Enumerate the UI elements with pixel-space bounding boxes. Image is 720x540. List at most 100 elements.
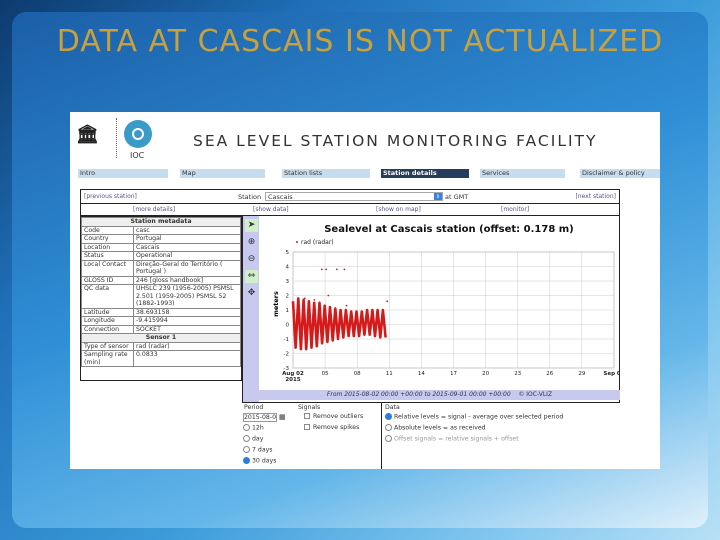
radio[interactable] [243, 424, 250, 431]
data-option-label: Offset signals = relative signals + offs… [394, 435, 519, 443]
radio[interactable] [243, 457, 250, 464]
radio[interactable] [243, 446, 250, 453]
metadata-key: Longitude [81, 316, 134, 326]
chart-controls: Period Signals Data 2015-08-0 ▦ 12h day … [242, 402, 620, 469]
station-label: Station [238, 193, 262, 201]
sensor-value: 0.0833 [133, 350, 241, 367]
y-tick-label: -2 [284, 352, 289, 358]
pointer-icon[interactable]: ➤ [245, 219, 258, 232]
sensor-header: Sensor 1 [81, 333, 241, 343]
radio[interactable] [385, 424, 392, 431]
remove-outliers-checkbox[interactable]: Remove outliers [304, 413, 363, 420]
monitor-link[interactable]: [monitor] [501, 206, 529, 213]
period-label: 12h [252, 424, 264, 432]
outlier-point [386, 300, 389, 303]
data-relative-levels[interactable]: Relative levels = signal - average over … [385, 413, 563, 421]
chart-footer: From 2015-08-02 00:00 +00:00 to 2015-09-… [259, 390, 620, 400]
x-tick-label: 29 [578, 371, 585, 377]
sensor-row: Sampling rate (min) 0.0833 [81, 350, 241, 367]
station-select-value: Cascais [268, 193, 293, 201]
nav-services[interactable]: Services [480, 169, 565, 178]
ioc-logo [124, 120, 152, 148]
metadata-row: Local Contact Direção-Geral do Território… [81, 259, 241, 277]
logo-divider [116, 118, 117, 158]
more-details-link[interactable]: [more details] [133, 206, 175, 213]
period-7-days[interactable]: 7 days [243, 446, 273, 454]
remove-spikes-checkbox[interactable]: Remove spikes [304, 424, 359, 431]
period-30-days[interactable]: 30 days [243, 457, 276, 465]
metadata-row: GLOSS ID 246 [gloss handbook] [81, 275, 241, 285]
checkbox[interactable] [304, 413, 310, 419]
y-tick-label: 1 [286, 308, 290, 314]
nav-disclaimer[interactable]: Disclaimer & policy [580, 169, 660, 178]
checkbox-label: Remove outliers [313, 413, 364, 420]
y-tick-label: 0 [286, 323, 290, 329]
timezone-label: at GMT [445, 193, 469, 201]
outlier-point [343, 268, 346, 271]
metadata-key: Local Contact [81, 259, 134, 277]
outlier-point [320, 268, 323, 271]
website-screenshot: 🏛 IOC SEA LEVEL STATION MONITORING FACIL… [70, 112, 660, 469]
pan-all-icon[interactable]: ✥ [245, 287, 258, 300]
calendar-icon[interactable]: ▦ [279, 413, 286, 421]
show-on-map-link[interactable]: [show on map] [376, 206, 421, 213]
metadata-value: Operational [133, 251, 241, 261]
checkbox-label: Remove spikes [313, 424, 360, 431]
radio[interactable] [385, 435, 392, 442]
data-header: Data [385, 404, 400, 411]
period-label: 30 days [252, 457, 277, 465]
sea-level-chart[interactable]: Sealevel at Cascais station (offset: 0.1… [259, 216, 625, 390]
nav-intro[interactable]: Intro [78, 169, 168, 178]
data-absolute-levels[interactable]: Absolute levels = as received [385, 424, 486, 432]
y-tick-label: 2 [286, 294, 290, 300]
station-select[interactable]: Cascais ⇕ [265, 192, 443, 201]
next-station-link[interactable]: [next station] [575, 193, 616, 200]
station-bar: [previous station] Station Cascais ⇕ at … [80, 189, 620, 204]
period-day[interactable]: day [243, 435, 263, 443]
zoom-in-icon[interactable]: ⊕ [245, 236, 258, 249]
outlier-point [313, 298, 316, 301]
sensor-key: Sampling rate (min) [81, 350, 134, 367]
outlier-point [303, 297, 306, 300]
nav-map[interactable]: Map [180, 169, 265, 178]
start-date-input[interactable]: 2015-08-0 [243, 413, 277, 422]
ioc-logo-text: IOC [130, 151, 145, 160]
period-12h[interactable]: 12h [243, 424, 264, 432]
outlier-point [325, 268, 328, 271]
station-metadata: Station metadata Code casc Country Portugal L… [80, 216, 242, 381]
radio[interactable] [385, 413, 392, 420]
outlier-point [327, 294, 330, 297]
sensor-value: rad (radar) [133, 341, 241, 351]
previous-station-link[interactable]: [previous station] [84, 193, 137, 200]
metadata-value: 246 [gloss handbook] [133, 275, 241, 285]
y-tick-label: 4 [286, 265, 290, 271]
chart-date-range: From 2015-08-02 00:00 +00:00 to 2015-09-… [326, 391, 511, 398]
chart-toolbar: ➤ ⊕ ⊖ ⇔ ✥ [242, 216, 259, 402]
signals-header: Signals [298, 404, 321, 411]
y-tick-label: -1 [284, 337, 289, 343]
zoom-out-icon[interactable]: ⊖ [245, 253, 258, 266]
x-tick-label: Sep 01 [603, 371, 620, 377]
period-label: 7 days [252, 446, 273, 454]
metadata-row: Status Operational [81, 251, 241, 261]
x-tick-label: 23 [514, 371, 521, 377]
metadata-key: Status [81, 251, 134, 261]
radio[interactable] [243, 435, 250, 442]
chart-panel: Sealevel at Cascais station (offset: 0.1… [259, 216, 625, 402]
nav-station-details[interactable]: Station details [381, 169, 469, 178]
site-title: SEA LEVEL STATION MONITORING FACILITY [193, 132, 598, 150]
metadata-key: Location [81, 242, 134, 252]
data-offset-signals[interactable]: Offset signals = relative signals + offs… [385, 435, 519, 443]
metadata-value: Cascais [133, 242, 241, 252]
checkbox[interactable] [304, 424, 310, 430]
nav-station-lists[interactable]: Station lists [282, 169, 370, 178]
metadata-value: Portugal [133, 234, 241, 244]
x-tick-label: 05 [322, 371, 329, 377]
metadata-row: Code casc [81, 225, 241, 235]
period-label: day [252, 435, 264, 443]
pan-horizontal-icon[interactable]: ⇔ [245, 270, 258, 283]
show-data-link[interactable]: [show data] [253, 206, 289, 213]
station-links: [more details] [show data] [show on map]… [80, 204, 620, 216]
metadata-key: Connection [81, 324, 134, 334]
x-tick-label: 11 [386, 371, 393, 377]
